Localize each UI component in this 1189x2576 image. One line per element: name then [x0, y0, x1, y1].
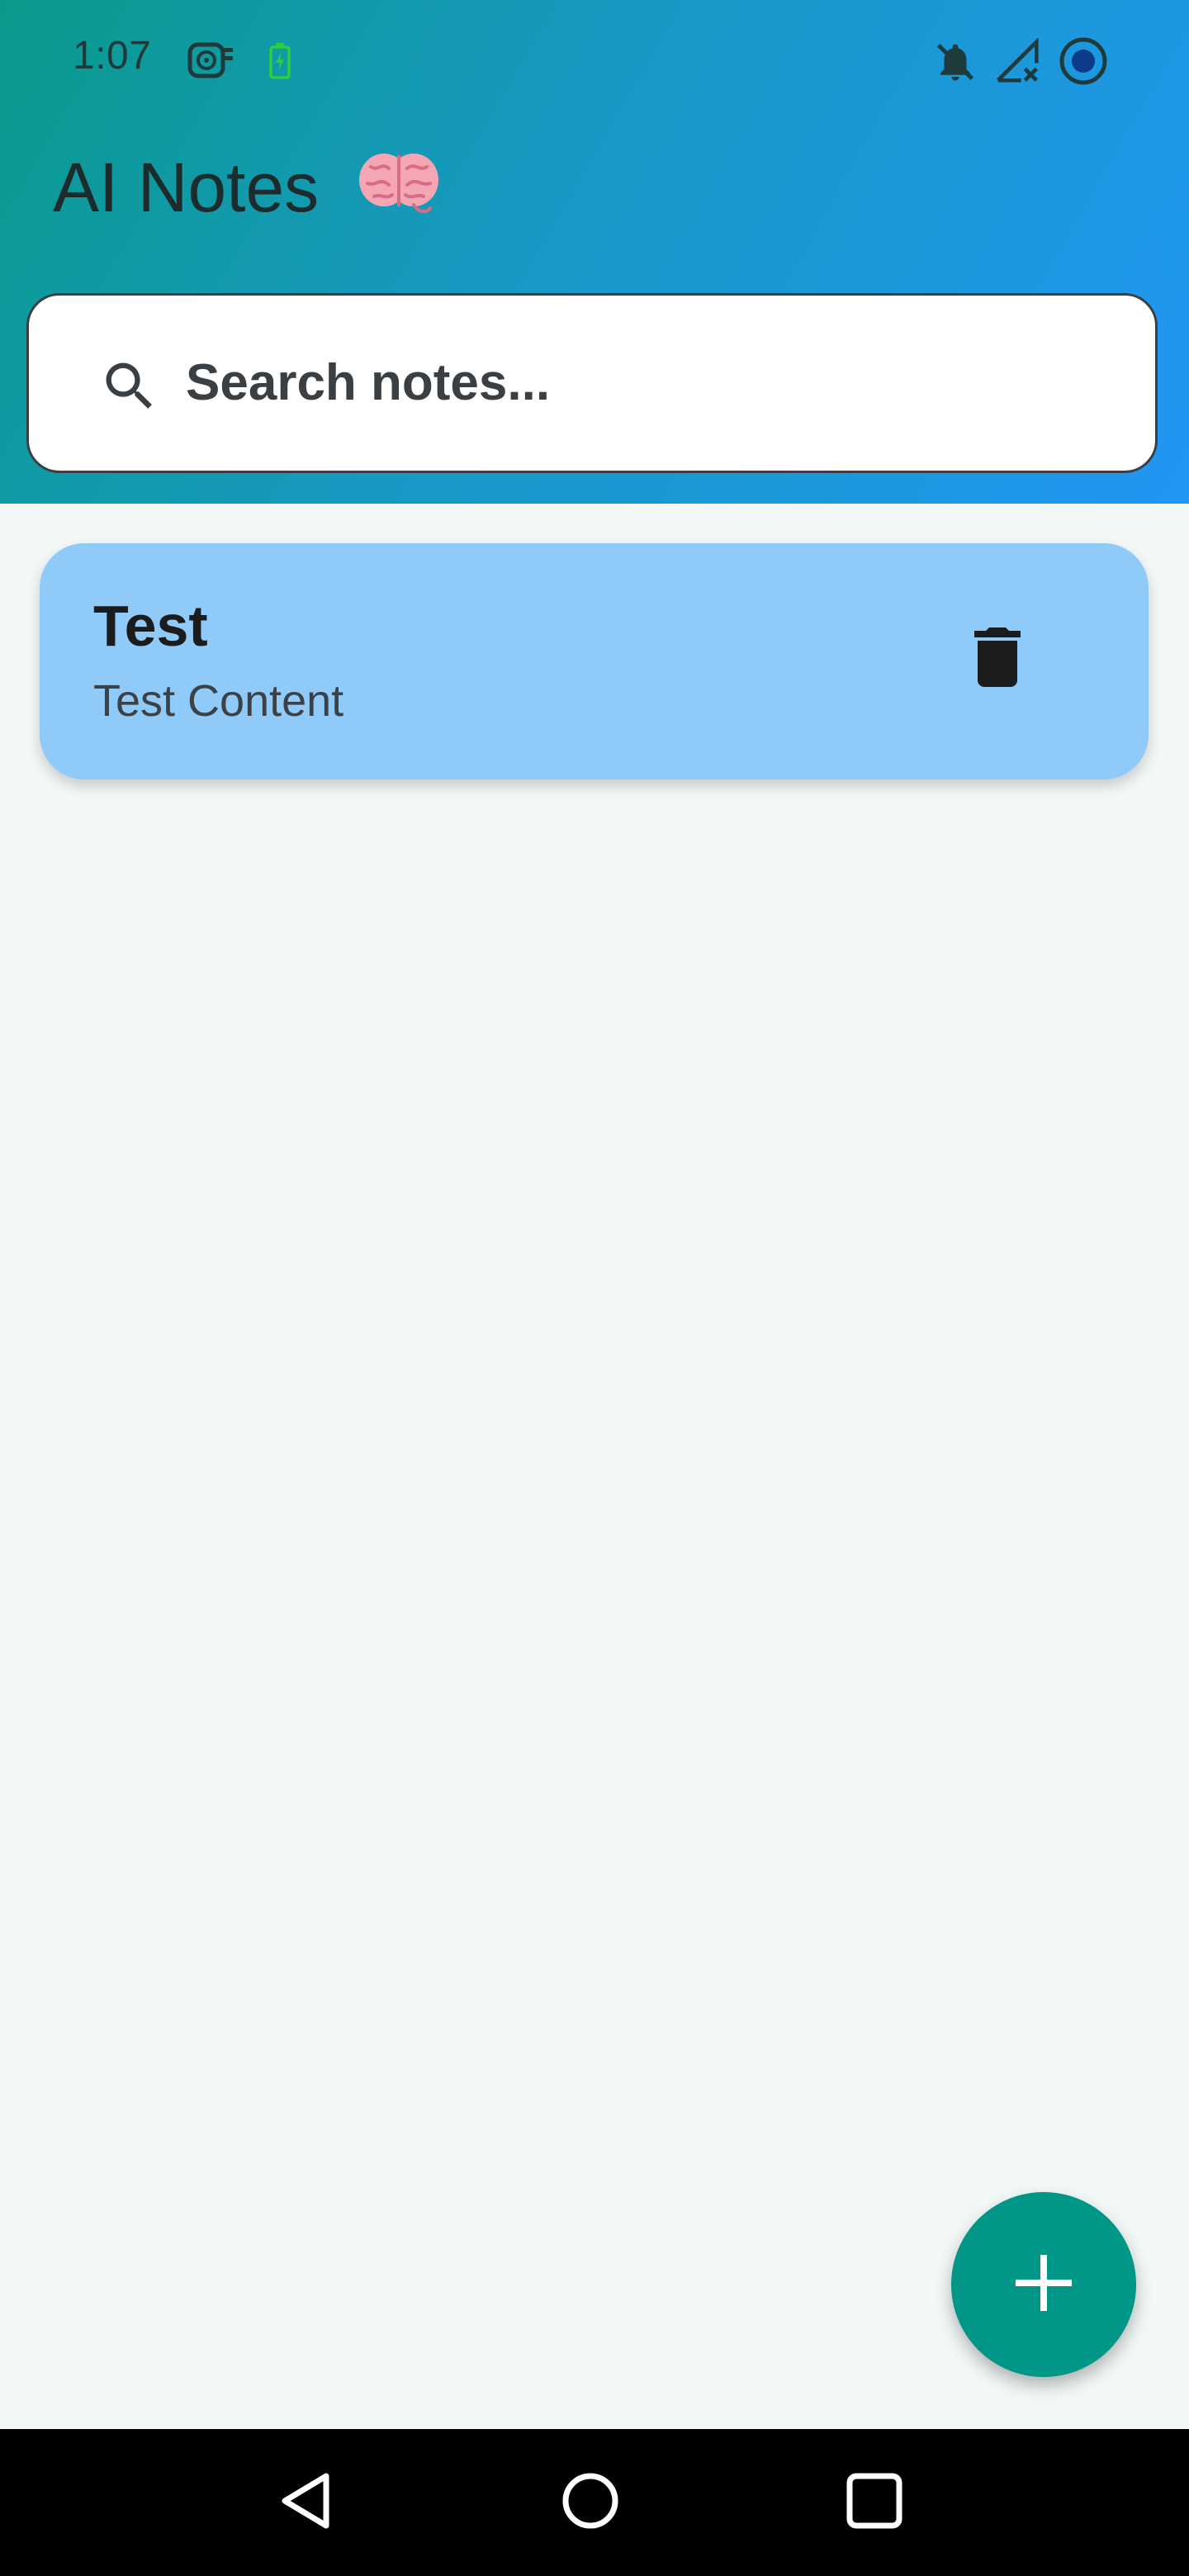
record-icon	[1059, 36, 1108, 90]
battery-charging-icon	[269, 43, 291, 83]
search-icon	[98, 355, 161, 422]
search-input[interactable]	[186, 337, 1094, 428]
status-time: 1:07	[73, 34, 152, 78]
note-title: Test	[93, 594, 208, 658]
delete-note-button[interactable]	[948, 609, 1047, 708]
add-note-button[interactable]	[951, 2192, 1136, 2377]
app-header: 1:07 AI Notes Search notes...	[0, 0, 1189, 504]
fan-icon	[187, 41, 236, 83]
system-nav-bar	[0, 2429, 1189, 2576]
app-title: AI Notes	[53, 147, 442, 233]
note-content: Test Content	[93, 676, 344, 726]
no-signal-icon	[994, 37, 1040, 88]
back-icon	[275, 2468, 341, 2538]
notifications-off-icon	[933, 40, 978, 88]
brain-icon	[356, 147, 442, 233]
app-title-text: AI Notes	[53, 149, 320, 226]
search-bar[interactable]	[26, 293, 1158, 473]
nav-recents-button[interactable]	[837, 2465, 912, 2540]
plus-icon	[1011, 2250, 1077, 2320]
trash-icon	[958, 618, 1037, 701]
home-icon	[557, 2468, 623, 2538]
nav-back-button[interactable]	[271, 2465, 345, 2540]
status-bar: 1:07	[0, 0, 1189, 124]
note-card[interactable]: Test Test Content	[40, 543, 1149, 779]
nav-home-button[interactable]	[553, 2465, 628, 2540]
recents-icon	[841, 2468, 907, 2538]
